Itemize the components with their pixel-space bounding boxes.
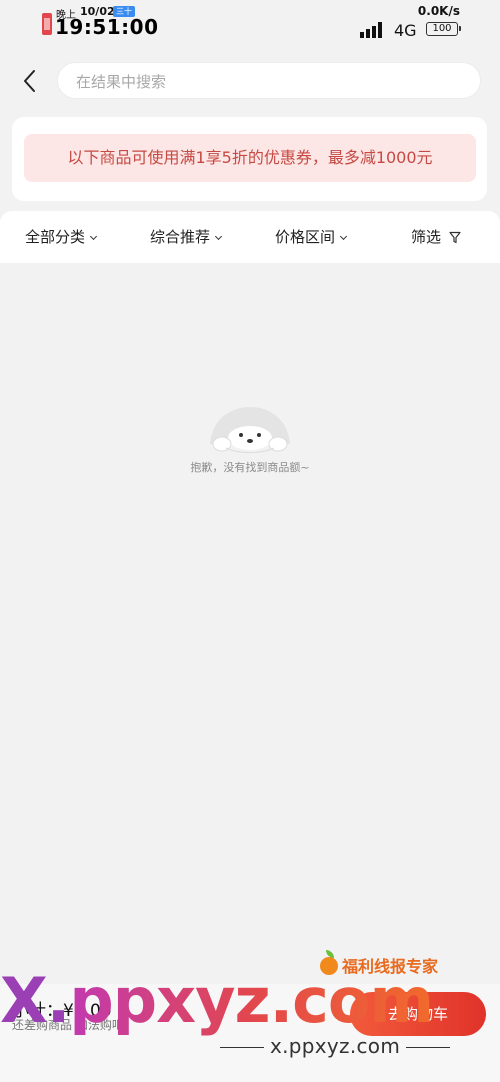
- filter-button[interactable]: 筛选: [411, 211, 461, 263]
- search-input[interactable]: [74, 63, 458, 100]
- filter-price-label: 价格区间: [275, 228, 336, 246]
- chevron-left-icon: [24, 70, 35, 92]
- empty-state-message: 抱歉，没有找到商品额~: [190, 461, 310, 474]
- battery-icon: 100: [426, 22, 461, 36]
- chevron-down-icon: [339, 232, 348, 241]
- filter-sort[interactable]: 综合推荐: [150, 211, 223, 263]
- filter-sort-label: 综合推荐: [150, 228, 211, 246]
- watermark-logo-domain: ppxyz.com: [69, 964, 434, 1037]
- filter-price[interactable]: 价格区间: [275, 211, 348, 263]
- funnel-icon: [449, 231, 461, 244]
- status-time: 19:51:00: [55, 15, 159, 39]
- coupon-banner-text: 以下商品可使用满1享5折的优惠券，最多减1000元: [24, 134, 476, 182]
- calendar-icon: [42, 13, 52, 35]
- chevron-down-icon: [89, 232, 98, 241]
- filter-bar: 全部分类 综合推荐 价格区间 筛选: [0, 211, 500, 263]
- watermark-logo: X.ppxyz.com: [0, 964, 500, 1037]
- coupon-card: 以下商品可使用满1享5折的优惠券，最多减1000元: [12, 117, 487, 201]
- search-box[interactable]: [57, 62, 481, 100]
- filter-category-label: 全部分类: [25, 228, 86, 246]
- empty-dog-illustration: [210, 407, 290, 453]
- chevron-down-icon: [214, 232, 223, 241]
- watermark-url: x.ppxyz.com: [214, 1034, 456, 1058]
- status-net-speed: 0.0K/s: [417, 4, 460, 18]
- filter-category[interactable]: 全部分类: [25, 211, 98, 263]
- status-network: 4G: [394, 21, 417, 40]
- filter-button-label: 筛选: [411, 228, 442, 246]
- back-button[interactable]: [16, 64, 46, 98]
- watermark-logo-prefix: X.: [0, 964, 70, 1037]
- search-results-page: 晚上 10/02 三十 19:51:00 0.0K/s 4G 100 以下商品可…: [0, 0, 500, 1082]
- signal-icon: [360, 22, 386, 38]
- status-bar: 晚上 10/02 三十 19:51:00 0.0K/s 4G 100: [0, 0, 500, 46]
